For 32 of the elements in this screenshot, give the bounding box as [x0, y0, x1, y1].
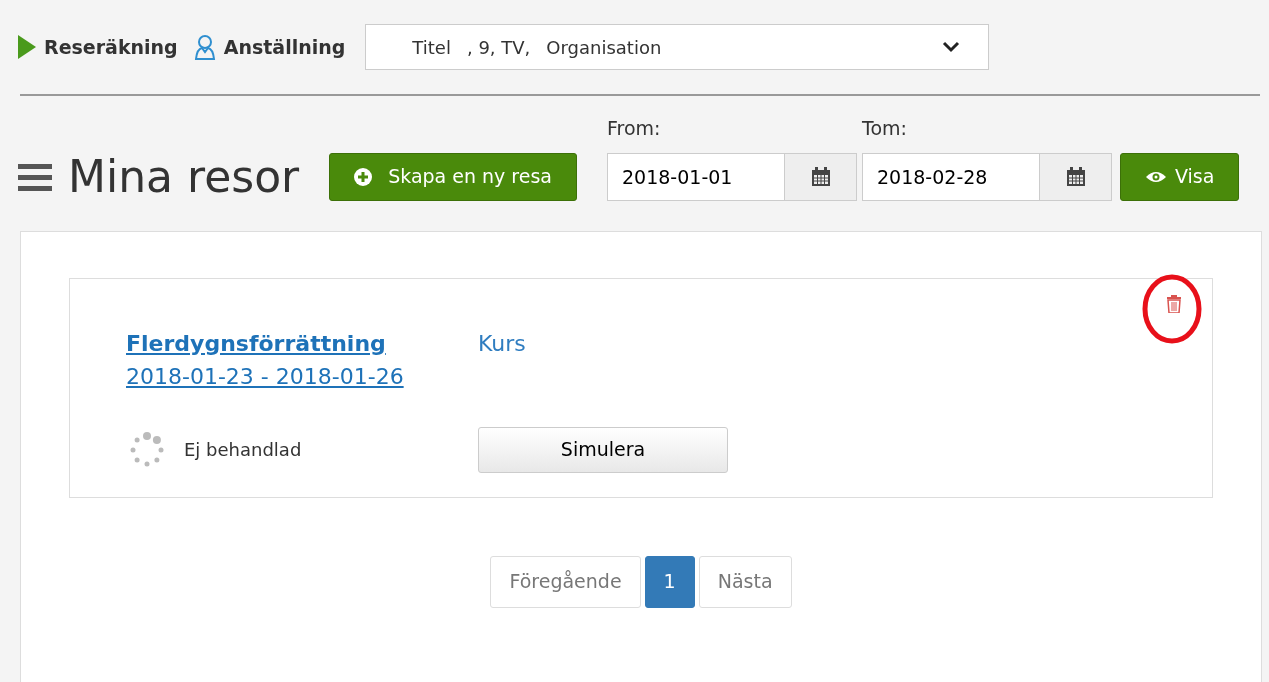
chevron-down-icon [942, 41, 961, 53]
select-value-text: Organisation [546, 35, 662, 60]
field-label: From: [607, 116, 662, 141]
play-icon [18, 35, 36, 59]
date-field[interactable]: 2018-02-28 [862, 152, 1040, 201]
plus-circle-icon [354, 167, 373, 186]
pagination-button[interactable]: 1 [644, 555, 695, 608]
field-label: Tom: [862, 116, 908, 141]
trip-dates-link[interactable]: 2018-01-23 - 2018-01-26 [126, 359, 404, 393]
trip-status: Ej behandlad [184, 438, 302, 462]
eye-icon [1145, 169, 1167, 184]
calendar-icon [810, 166, 831, 187]
show-button[interactable]: Visa [1120, 152, 1240, 201]
pagination-button[interactable]: Föregående [490, 555, 641, 608]
breadcrumb-link[interactable]: Anställning [223, 32, 346, 62]
calendar-button[interactable] [785, 152, 857, 201]
simulate-button[interactable]: Simulera [478, 426, 728, 473]
calendar-button[interactable] [1040, 152, 1112, 201]
trip-type: Kurs [478, 329, 526, 358]
pagination-button[interactable]: Nästa [698, 555, 792, 608]
trip-title-link[interactable]: Flerdygnsförrättning [126, 326, 386, 360]
page-title: Mina resor [68, 154, 300, 199]
menu-icon [18, 161, 52, 192]
create-trip-button[interactable]: Skapa en ny resa [329, 152, 577, 201]
person-icon [193, 34, 216, 60]
select-value-text: Titel [412, 35, 451, 60]
calendar-icon [1065, 166, 1086, 187]
date-field[interactable]: 2018-01-01 [607, 152, 785, 201]
breadcrumb-link[interactable]: Reseräkning [44, 32, 178, 62]
employment-select[interactable]: Titel , 9, TV, Organisation [365, 24, 990, 70]
select-value-text: , 9, TV, [466, 35, 531, 60]
trash-icon [1166, 294, 1182, 313]
